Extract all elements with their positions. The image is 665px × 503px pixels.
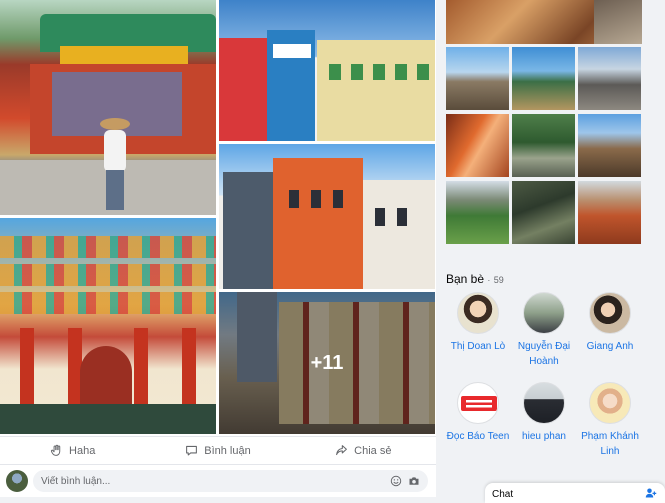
comment-label: Bình luận (204, 444, 251, 457)
teen-logo (461, 396, 497, 411)
friend-name: Giang Anh (586, 341, 634, 352)
photo-thumb-rocky-coast[interactable] (446, 47, 509, 110)
window (351, 64, 363, 80)
post-actions: Haha Bình luận Chia sẻ (0, 436, 436, 464)
friend-item[interactable]: Nguyễn Đại Hoành (512, 292, 576, 369)
comment-composer (0, 464, 436, 497)
photo-thumb-green-cliff[interactable] (512, 47, 575, 110)
window (333, 190, 343, 208)
photo-thumb-forest-road[interactable] (512, 114, 575, 177)
avatar (523, 292, 565, 334)
avatar (457, 292, 499, 334)
photo-colonial-street[interactable] (219, 144, 435, 289)
friend-name: Nguyễn Đại Hoành (517, 341, 571, 367)
chat-bar[interactable]: Chat (485, 483, 665, 503)
profile-sidebar: Bạn bè · 59 Thị Doan Lò Nguyễn Đại Hoành… (446, 0, 642, 503)
window (397, 208, 407, 226)
post-card: +11 Haha Bình luận Chia sẻ (0, 0, 436, 497)
hand-icon (50, 444, 61, 456)
share-icon (336, 445, 348, 456)
white-building (363, 180, 435, 289)
stage-banner (60, 46, 188, 64)
friend-name: Đọc Báo Teen (446, 431, 510, 442)
photo-thumb-green-valley[interactable] (446, 181, 509, 244)
window (375, 208, 385, 226)
photo-thumb-mountain-ridge[interactable] (578, 47, 641, 110)
haha-button[interactable]: Haha (0, 437, 145, 464)
friend-item[interactable]: Giang Anh (578, 292, 642, 354)
photo-thumb-slot-canyon[interactable] (446, 114, 509, 177)
temple-tier (0, 236, 216, 258)
photo-chinatown-street[interactable]: +11 (219, 292, 435, 434)
temple-steps (0, 404, 216, 434)
photo-thumb-rock-stairs[interactable] (512, 181, 575, 244)
chat-label: Chat (492, 489, 514, 500)
photo-shophouses[interactable] (219, 0, 435, 141)
friends-separator: · (487, 275, 491, 285)
friends-count: 59 (493, 275, 504, 285)
haha-label: Haha (69, 444, 96, 457)
temple-pillar (134, 328, 148, 416)
emoji-icon[interactable] (389, 474, 403, 488)
friend-name: hieu phan (522, 431, 566, 442)
camera-icon[interactable] (407, 474, 421, 488)
temple-pillar (182, 328, 196, 416)
temple-tier (0, 264, 216, 286)
hat (100, 118, 130, 130)
friend-name: Phạm Khánh Linh (581, 431, 639, 457)
cream-shophouse (317, 40, 435, 141)
teen-logo-avatar (457, 382, 499, 424)
comment-button[interactable]: Bình luận (145, 437, 290, 464)
friend-item[interactable]: hieu phan (512, 382, 576, 444)
red-shophouse (219, 38, 267, 141)
shirt (104, 130, 126, 172)
photo-thumb-canyon[interactable] (446, 0, 642, 44)
friend-name: Thị Doan Lò (450, 341, 506, 352)
window (289, 190, 299, 208)
avatar[interactable] (6, 470, 28, 492)
avatar (523, 382, 565, 424)
friend-item[interactable]: Thị Doan Lò (446, 292, 510, 354)
window (395, 64, 407, 80)
photo-opera-stage[interactable] (0, 0, 216, 215)
avatar (589, 292, 631, 334)
friends-heading[interactable]: Bạn bè · 59 (446, 272, 504, 286)
comment-icon (186, 445, 198, 456)
friends-title: Bạn bè (446, 272, 485, 286)
grey-building (223, 172, 273, 289)
friend-item[interactable]: Phạm Khánh Linh (578, 382, 642, 459)
friend-item[interactable]: Đọc Báo Teen (446, 382, 510, 444)
share-button[interactable]: Chia sẻ (291, 437, 436, 464)
photo-temple[interactable] (0, 218, 216, 434)
orange-building (273, 158, 363, 289)
window (329, 64, 341, 80)
share-label: Chia sẻ (354, 444, 392, 457)
more-photos-count[interactable]: +11 (219, 292, 435, 434)
window (373, 64, 385, 80)
temple-tier (0, 292, 216, 314)
window (417, 64, 429, 80)
temple-pillar (20, 328, 34, 416)
avatar (589, 382, 631, 424)
comment-input[interactable] (41, 473, 381, 489)
window (311, 190, 321, 208)
woman-figure (96, 118, 134, 210)
new-message-icon[interactable] (645, 487, 657, 499)
shop-sign (273, 44, 311, 58)
jeans (106, 170, 124, 210)
comment-field[interactable] (33, 470, 428, 492)
photo-thumb-red-canyon[interactable] (578, 181, 641, 244)
photo-thumb-canyon-view[interactable] (578, 114, 641, 177)
